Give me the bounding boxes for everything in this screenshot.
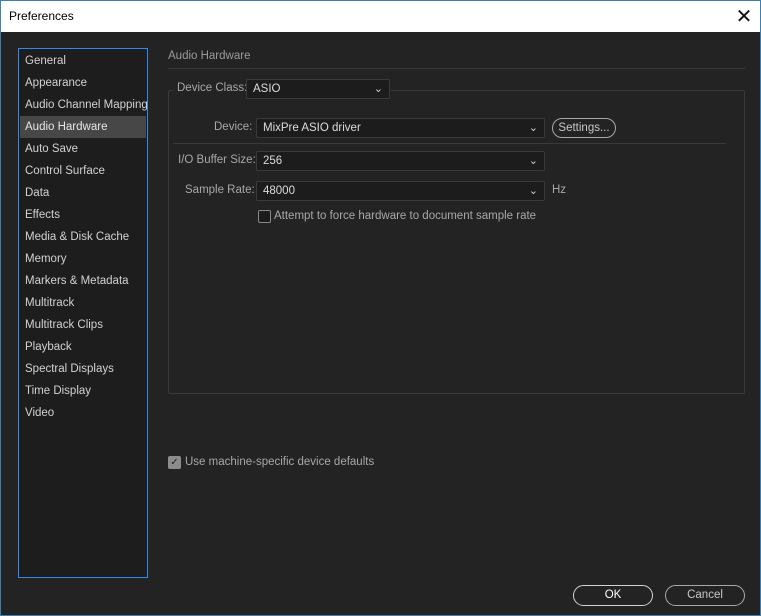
- sidebar-item-video[interactable]: Video: [20, 402, 146, 424]
- section-title: Audio Hardware: [168, 50, 251, 62]
- sidebar-item-memory[interactable]: Memory: [20, 248, 146, 270]
- sidebar-item-media-disk-cache[interactable]: Media & Disk Cache: [20, 226, 146, 248]
- sidebar-item-spectral-displays[interactable]: Spectral Displays: [20, 358, 146, 380]
- device-label: Device:: [214, 121, 253, 133]
- sidebar-item-audio-hardware[interactable]: Audio Hardware: [20, 116, 146, 138]
- sidebar-item-multitrack-clips[interactable]: Multitrack Clips: [20, 314, 146, 336]
- device-value: MixPre ASIO driver: [263, 122, 361, 134]
- sidebar-item-multitrack[interactable]: Multitrack: [20, 292, 146, 314]
- force-rate-checkbox[interactable]: [258, 210, 271, 223]
- machine-defaults-checkbox[interactable]: ✓: [168, 456, 181, 469]
- ok-button[interactable]: OK: [573, 585, 653, 606]
- sidebar-item-markers-metadata[interactable]: Markers & Metadata: [20, 270, 146, 292]
- sidebar-item-auto-save[interactable]: Auto Save: [20, 138, 146, 160]
- device-class-label: Device Class:: [177, 82, 248, 94]
- buffer-size-select[interactable]: 256 ⌄: [256, 151, 545, 171]
- device-class-value: ASIO: [253, 83, 281, 95]
- sidebar-item-general[interactable]: General: [20, 50, 146, 72]
- sidebar-item-appearance[interactable]: Appearance: [20, 72, 146, 94]
- chevron-down-icon: ⌄: [528, 154, 538, 167]
- section-divider: [168, 68, 745, 69]
- buffer-size-value: 256: [263, 155, 283, 167]
- buffer-size-label: I/O Buffer Size:: [178, 154, 256, 166]
- sidebar-item-playback[interactable]: Playback: [20, 336, 146, 358]
- device-class-select[interactable]: ASIO ⌄: [246, 79, 390, 99]
- sidebar-item-audio-channel-mapping[interactable]: Audio Channel Mapping: [20, 94, 148, 116]
- sample-rate-select[interactable]: 48000 ⌄: [256, 181, 545, 201]
- sidebar-item-effects[interactable]: Effects: [20, 204, 146, 226]
- machine-defaults-label: Use machine-specific device defaults: [185, 456, 375, 468]
- sample-rate-unit: Hz: [552, 184, 567, 196]
- cancel-button[interactable]: Cancel: [665, 585, 745, 606]
- sample-rate-label: Sample Rate:: [185, 184, 255, 196]
- check-icon: ✓: [170, 457, 179, 468]
- preferences-sidebar: General Appearance Audio Channel Mapping…: [18, 48, 148, 578]
- chevron-down-icon: ⌄: [373, 82, 383, 95]
- device-divider: [173, 143, 726, 144]
- title-bar: Preferences ✕: [1, 1, 760, 32]
- chevron-down-icon: ⌄: [528, 121, 538, 134]
- force-rate-label: Attempt to force hardware to document sa…: [274, 210, 537, 222]
- chevron-down-icon: ⌄: [528, 184, 538, 197]
- window-title: Preferences: [9, 9, 74, 23]
- sidebar-item-control-surface[interactable]: Control Surface: [20, 160, 146, 182]
- sidebar-item-data[interactable]: Data: [20, 182, 146, 204]
- sidebar-item-time-display[interactable]: Time Display: [20, 380, 146, 402]
- device-select[interactable]: MixPre ASIO driver ⌄: [256, 118, 545, 138]
- preferences-dialog: Preferences ✕ General Appearance Audio C…: [0, 0, 761, 616]
- settings-button[interactable]: Settings...: [552, 118, 616, 138]
- sample-rate-value: 48000: [263, 185, 295, 197]
- close-icon[interactable]: ✕: [728, 1, 760, 31]
